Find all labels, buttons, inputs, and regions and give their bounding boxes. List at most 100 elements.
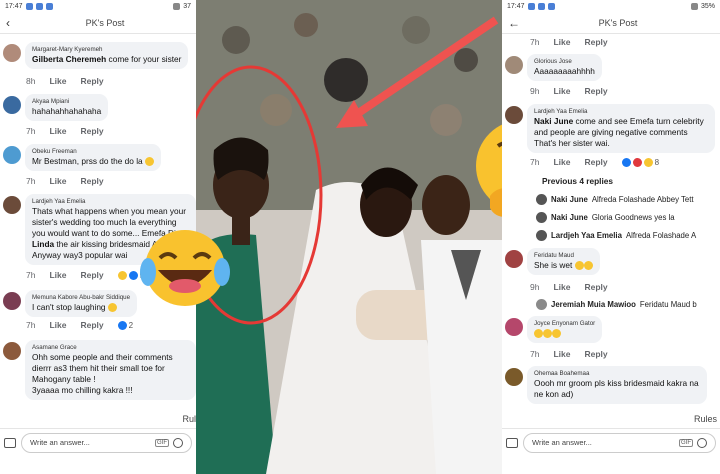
comment-input[interactable]: Write an answer... GIF [21, 432, 192, 453]
comment-input[interactable]: Write an answer... GIF [523, 432, 716, 453]
like-button[interactable]: Like [553, 37, 570, 47]
mention[interactable]: Linda [32, 239, 54, 249]
comment-author[interactable]: Lardjeh Yaa Emelia [534, 107, 708, 116]
comment-author[interactable]: Lardjeh Yaa Emelia [32, 197, 189, 206]
avatar[interactable] [536, 194, 547, 205]
comment: Feridatu Maud She is wet [502, 248, 720, 275]
battery-level: 35% [700, 2, 715, 10]
input-placeholder: Write an answer... [532, 438, 592, 447]
signal-icon [173, 2, 181, 10]
rules-link[interactable]: Rul [182, 414, 196, 424]
page-title: PK's Post [598, 17, 638, 28]
mention[interactable]: Naki June [534, 116, 573, 126]
emoji-icon[interactable] [697, 437, 707, 448]
app-icon [547, 2, 555, 10]
comment-author[interactable]: Akyaa Mpiani [32, 97, 101, 106]
reply-button[interactable]: Reply [584, 157, 607, 167]
comment-author[interactable]: Glorious Jose [534, 57, 595, 66]
reply-author[interactable]: Jeremiah Muia Mawioo [551, 300, 636, 309]
laughing-emoji-icon [543, 329, 552, 339]
mention[interactable]: Gilberta Cheremeh [32, 54, 106, 64]
like-button[interactable]: Like [49, 176, 66, 186]
avatar[interactable] [3, 292, 21, 310]
comment-text: I can't stop laughing [32, 302, 106, 312]
comment-actions: 9h Like Reply [530, 86, 608, 96]
comment-time: 8h [26, 76, 36, 86]
comment-author[interactable]: Margaret-Mary Kyeremeh [32, 45, 181, 54]
like-button[interactable]: Like [553, 157, 570, 167]
comment-time: 7h [530, 349, 540, 359]
back-arrow-icon[interactable]: ‹ [6, 16, 20, 30]
avatar[interactable] [3, 96, 21, 114]
gif-button[interactable]: GIF [679, 438, 693, 447]
previous-replies-label: Previous 4 replies [542, 176, 614, 186]
reply-text: Feridatu Maud b [639, 300, 697, 309]
right-comments-panel: 17:47 35% ← PK's Post 7h Like Reply Glor… [502, 0, 720, 474]
reaction-summary[interactable]: 2 [117, 320, 134, 330]
like-button[interactable]: Like [49, 320, 66, 330]
status-time: 17:47 [5, 2, 23, 10]
comment-composer: Write an answer... GIF [502, 428, 720, 456]
gif-button[interactable]: GIF [155, 438, 169, 447]
avatar[interactable] [505, 318, 523, 336]
comment: Margaret-Mary Kyeremeh Gilberta Cheremeh… [0, 42, 196, 69]
app-icon [537, 2, 545, 10]
reply-button[interactable]: Reply [584, 37, 607, 47]
avatar[interactable] [3, 342, 21, 360]
comment-text: She is wet [534, 260, 573, 270]
comment-author[interactable]: Joyce Enyonam Gator [534, 319, 595, 328]
like-button[interactable]: Like [553, 349, 570, 359]
avatar[interactable] [536, 299, 547, 310]
previous-replies-link[interactable]: Previous 4 replies [542, 176, 613, 186]
avatar[interactable] [3, 196, 21, 214]
like-button[interactable]: Like [49, 126, 66, 136]
back-arrow-icon[interactable]: ← [508, 16, 522, 30]
avatar[interactable] [3, 146, 21, 164]
reply-author[interactable]: Naki June [551, 195, 588, 204]
reply-button[interactable]: Reply [80, 320, 103, 330]
reply-button[interactable]: Reply [80, 126, 103, 136]
camera-icon[interactable] [506, 437, 518, 448]
reaction-count: 2 [128, 320, 134, 330]
app-icon [25, 2, 33, 10]
reply-button[interactable]: Reply [80, 176, 103, 186]
laughing-emoji-icon [107, 303, 117, 313]
like-button[interactable]: Like [553, 86, 570, 96]
reply-button[interactable]: Reply [584, 86, 607, 96]
comment-actions: 9h Like Reply [530, 282, 608, 292]
comment-author[interactable]: Feridatu Maud [534, 251, 593, 260]
like-button[interactable]: Like [49, 76, 66, 86]
comment-author[interactable]: Ohemaa Boahemaa [534, 369, 700, 378]
reply-button[interactable]: Reply [584, 349, 607, 359]
avatar[interactable] [505, 106, 523, 124]
comment-author[interactable]: Obeku Freeman [32, 147, 154, 156]
avatar[interactable] [505, 56, 523, 74]
comment: Glorious Jose Aaaaaaaaahhhh [502, 54, 720, 81]
camera-icon[interactable] [4, 437, 16, 448]
reply-author[interactable]: Lardjeh Yaa Emelia [551, 231, 622, 240]
like-button[interactable]: Like [49, 270, 66, 280]
comment-actions: 8h Like Reply [26, 76, 104, 86]
rules-link[interactable]: Rules [694, 414, 717, 424]
laughing-emoji-icon [534, 329, 543, 339]
like-button[interactable]: Like [553, 282, 570, 292]
avatar[interactable] [536, 212, 547, 223]
comment-author[interactable]: Memuna Kabore Abu-bakr Siddique [32, 293, 130, 302]
avatar[interactable] [505, 368, 523, 386]
avatar[interactable] [505, 250, 523, 268]
comment-author[interactable]: Asamane Grace [32, 343, 189, 352]
avatar[interactable] [3, 44, 21, 62]
reply-button[interactable]: Reply [584, 282, 607, 292]
bottom-bar: Rules Write an answer... GIF [502, 408, 720, 474]
comment: Lardjeh Yaa Emelia Naki June come and se… [502, 104, 720, 153]
comment: Asamane Grace Ohh some people and their … [0, 340, 196, 400]
signal-icon [690, 2, 698, 10]
reply-author[interactable]: Naki June [551, 213, 588, 222]
battery-level: 37 [183, 2, 191, 10]
reply-button[interactable]: Reply [80, 76, 103, 86]
reaction-summary[interactable]: 8 [621, 157, 659, 167]
comment: Obeku Freeman Mr Bestman, prss do the do… [0, 144, 196, 171]
reply-button[interactable]: Reply [80, 270, 103, 280]
avatar[interactable] [536, 230, 547, 241]
emoji-icon[interactable] [173, 437, 183, 448]
